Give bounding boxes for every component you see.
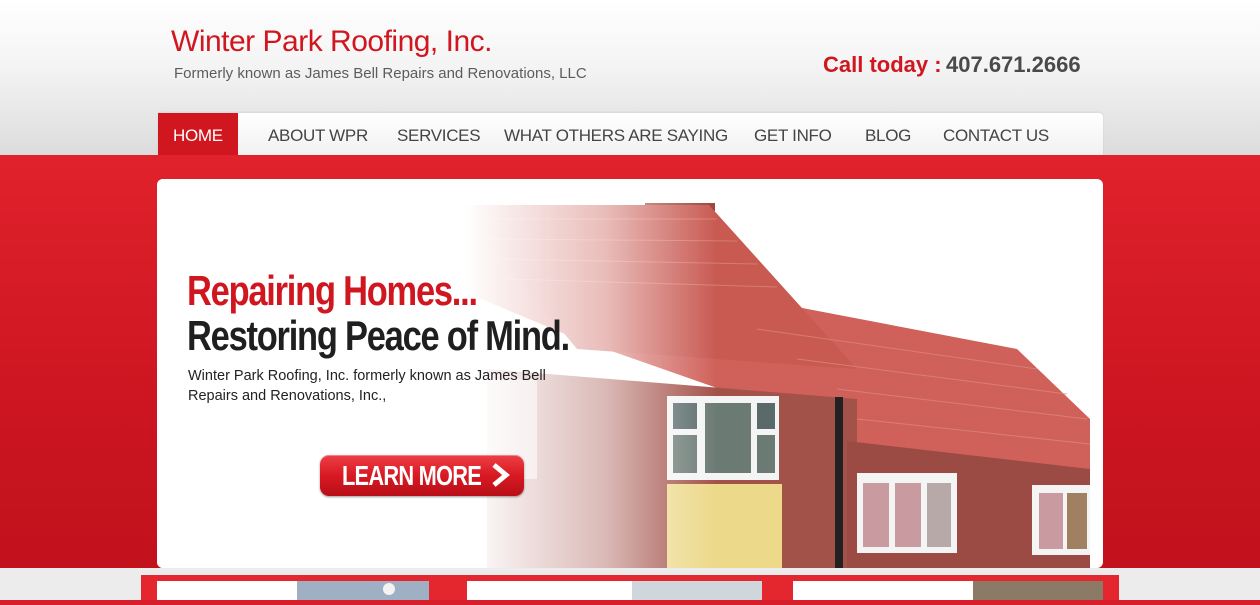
roofer-photo <box>297 581 429 600</box>
site-subtitle: Formerly known as James Bell Repairs and… <box>174 65 587 82</box>
nav-item-services[interactable]: SERVICES <box>397 113 481 155</box>
hero-description: Winter Park Roofing, Inc. formerly known… <box>188 368 546 404</box>
nav-item-get-info[interactable]: GET INFO <box>754 113 832 155</box>
feature-thumbnail-2[interactable] <box>467 581 762 600</box>
main-nav: HOME ABOUT WPR SERVICES WHAT OTHERS ARE … <box>158 113 1103 155</box>
learn-more-button[interactable]: LEARN MORE <box>320 455 524 496</box>
site-title[interactable]: Winter Park Roofing, Inc. <box>171 25 492 59</box>
call-today-label: Call today : <box>823 52 942 77</box>
nav-item-what-others-are-saying[interactable]: WHAT OTHERS ARE SAYING <box>504 113 728 155</box>
tools-photo <box>632 581 762 600</box>
hero-headline-secondary: Restoring Peace of Mind. <box>187 312 570 359</box>
chevron-right-icon <box>492 463 510 487</box>
nav-item-blog[interactable]: BLOG <box>865 113 911 155</box>
feature-thumbnail-1[interactable] <box>157 581 429 600</box>
learn-more-label: LEARN MORE <box>342 460 482 491</box>
hero-banner: Repairing Homes... Restoring Peace of Mi… <box>157 179 1103 568</box>
phone-number[interactable]: 407.671.2666 <box>946 52 1081 78</box>
nav-item-about-wpr[interactable]: ABOUT WPR <box>268 113 368 155</box>
nav-item-contact-us[interactable]: CONTACT US <box>943 113 1049 155</box>
nav-item-home[interactable]: HOME <box>158 113 238 155</box>
feature-thumbnail-3[interactable] <box>793 581 1103 600</box>
hero-headline-primary: Repairing Homes... <box>187 267 478 314</box>
gutter-photo <box>973 581 1103 600</box>
